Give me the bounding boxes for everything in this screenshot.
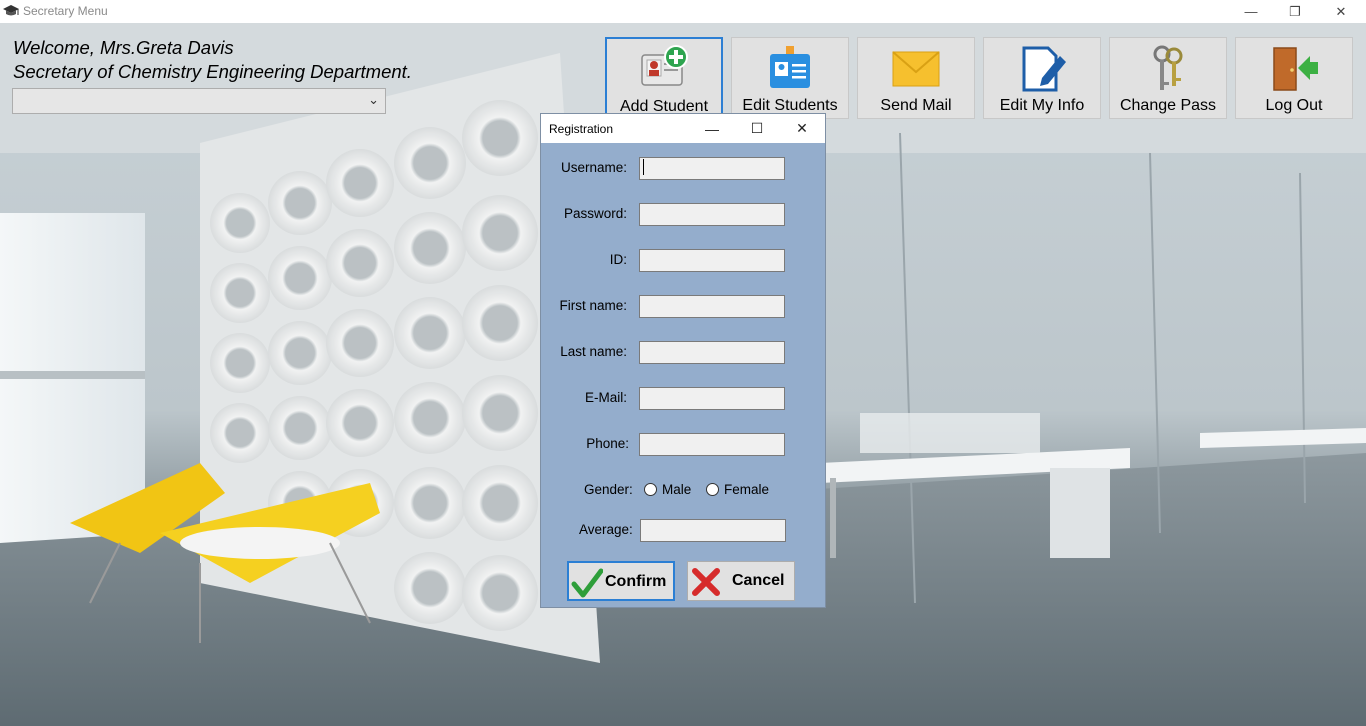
phone-field[interactable] xyxy=(639,433,785,456)
graduation-cap-icon xyxy=(3,5,19,16)
phone-label: Phone: xyxy=(586,436,629,451)
add-student-icon xyxy=(641,45,688,86)
cancel-label: Cancel xyxy=(732,572,785,589)
welcome-greeting: Welcome, Mrs.Greta Davis xyxy=(13,37,234,58)
gender-label: Gender: xyxy=(584,482,633,497)
gender-male-radio[interactable] xyxy=(644,483,657,496)
last-name-field[interactable] xyxy=(639,341,785,364)
window-title: Secretary Menu xyxy=(23,4,108,18)
add-student-button[interactable]: Add Student xyxy=(605,37,723,119)
red-x-icon xyxy=(692,568,720,596)
send-mail-label: Send Mail xyxy=(880,97,952,114)
cancel-button[interactable]: Cancel xyxy=(687,561,795,601)
last-name-label: Last name: xyxy=(560,344,627,359)
edit-students-button[interactable]: Edit Students xyxy=(731,37,849,119)
department-dropdown[interactable]: ⌄ xyxy=(12,88,386,114)
id-badge-icon xyxy=(770,46,810,88)
password-field[interactable] xyxy=(639,203,785,226)
gender-male-label: Male xyxy=(662,482,692,497)
welcome-text: Welcome, Mrs.Greta Davis Secretary of Ch… xyxy=(13,36,412,84)
restore-button[interactable]: ❐ xyxy=(1272,0,1318,23)
send-mail-button[interactable]: Send Mail xyxy=(857,37,975,119)
change-pass-button[interactable]: Change Pass xyxy=(1109,37,1227,119)
average-field[interactable] xyxy=(640,519,786,542)
dialog-title-bar: Registration — ☐ ✕ xyxy=(541,114,825,143)
keys-icon xyxy=(1153,45,1183,90)
email-label: E-Mail: xyxy=(584,390,627,405)
average-label: Average: xyxy=(579,522,633,537)
log-out-button[interactable]: Log Out xyxy=(1235,37,1353,119)
edit-document-icon xyxy=(1022,46,1066,92)
envelope-icon xyxy=(892,51,940,87)
edit-my-info-label: Edit My Info xyxy=(999,97,1085,114)
close-button[interactable]: ✕ xyxy=(1318,0,1364,23)
minimize-button[interactable]: — xyxy=(1228,0,1274,23)
log-out-label: Log Out xyxy=(1265,97,1323,114)
gender-female-radio[interactable] xyxy=(706,483,719,496)
password-label: Password: xyxy=(563,206,627,221)
id-field[interactable] xyxy=(639,249,785,272)
dialog-maximize-button[interactable]: ☐ xyxy=(734,114,780,143)
dialog-close-button[interactable]: ✕ xyxy=(779,114,825,143)
username-label: Username: xyxy=(560,160,627,175)
confirm-label: Confirm xyxy=(605,573,667,590)
username-field[interactable] xyxy=(639,157,785,180)
first-name-label: First name: xyxy=(559,298,627,313)
chevron-down-icon: ⌄ xyxy=(368,92,379,107)
checkmark-icon xyxy=(571,568,603,598)
dialog-title: Registration xyxy=(549,122,614,136)
email-field[interactable] xyxy=(639,387,785,410)
change-pass-label: Change Pass xyxy=(1119,97,1217,114)
window-title-bar: Secretary Menu — ❐ ✕ xyxy=(0,0,1366,23)
gender-female-label: Female xyxy=(724,482,770,497)
edit-my-info-button[interactable]: Edit My Info xyxy=(983,37,1101,119)
exit-door-icon xyxy=(1273,47,1318,91)
first-name-field[interactable] xyxy=(639,295,785,318)
id-label: ID: xyxy=(609,252,627,267)
welcome-role: Secretary of Chemistry Engineering Depar… xyxy=(13,61,412,82)
registration-dialog: Registration — ☐ ✕ Username: Password: I… xyxy=(540,113,826,608)
confirm-button[interactable]: Confirm xyxy=(567,561,675,601)
text-caret xyxy=(643,159,644,175)
dialog-minimize-button[interactable]: — xyxy=(689,114,735,143)
